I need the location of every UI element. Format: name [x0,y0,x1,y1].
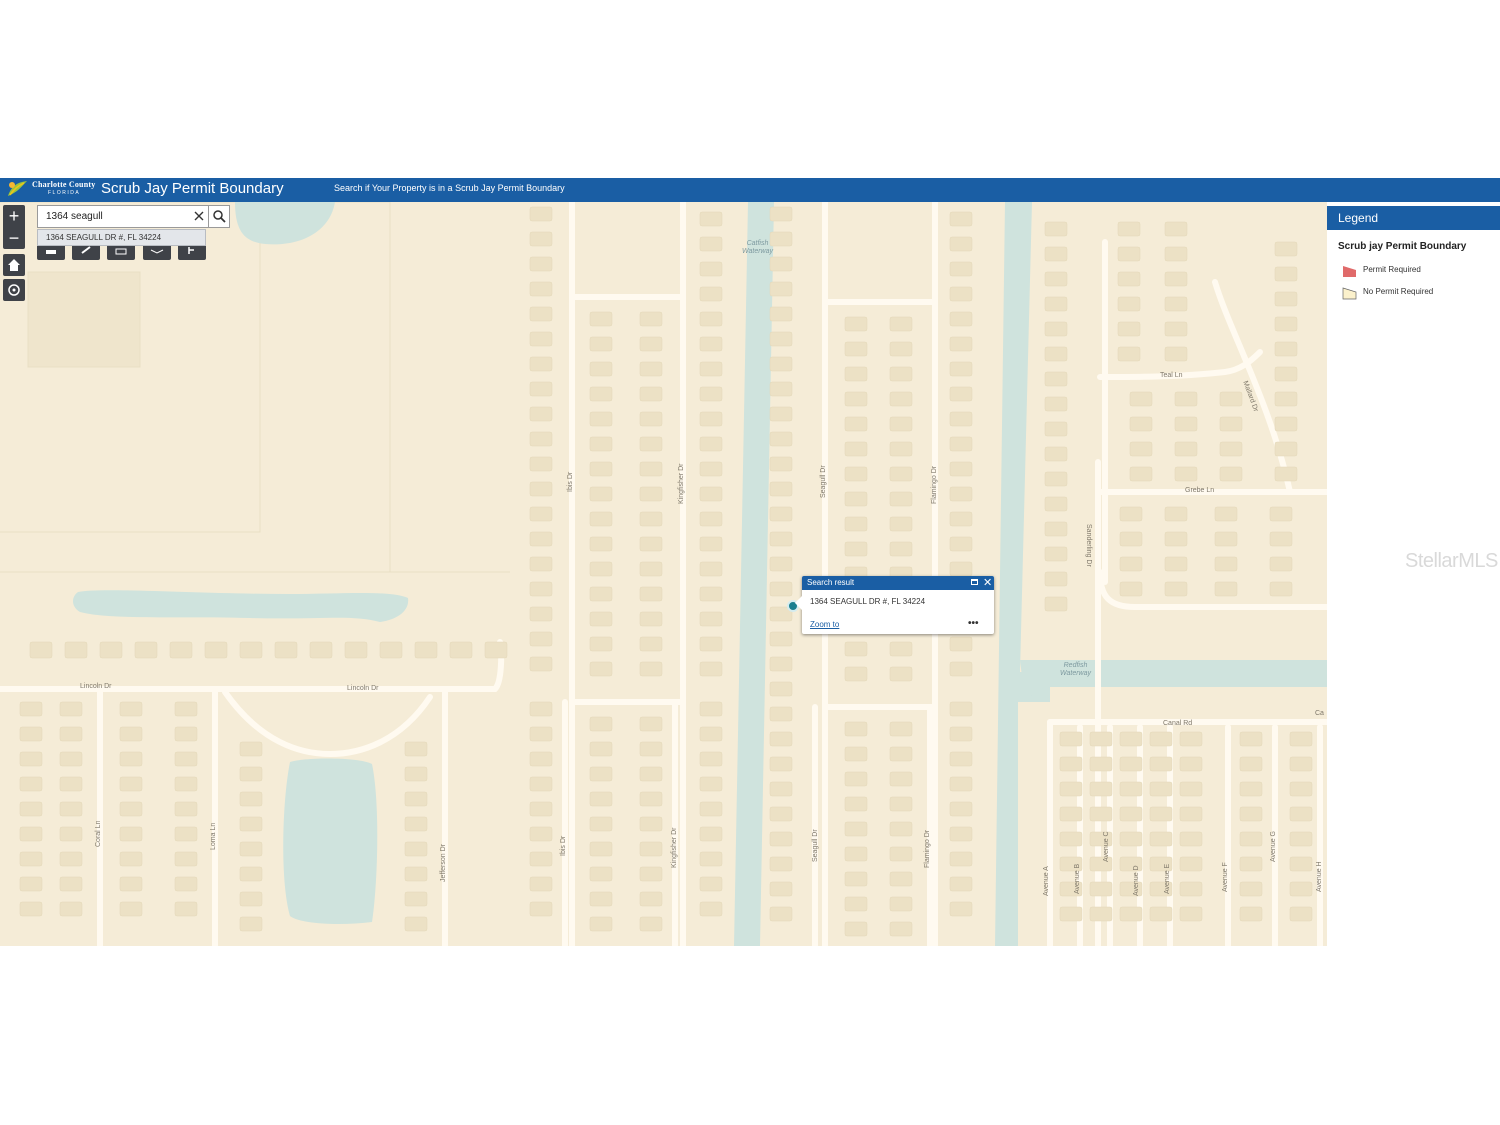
app-header: Charlotte County FLORIDA Scrub Jay Permi… [0,178,1500,202]
logo-text-state: FLORIDA [48,190,81,196]
app-title: Scrub Jay Permit Boundary [101,180,284,197]
street-label: Kingfisher Dr [678,463,685,504]
more-actions-icon[interactable]: ••• [968,618,979,629]
maximize-icon[interactable] [971,579,978,585]
popup-address: 1364 SEAGULL DR #, FL 34224 [810,597,926,606]
street-label: Flamingo Dr [931,465,938,504]
search-input[interactable] [38,206,196,227]
home-button[interactable] [3,254,25,276]
legend-item-label: No Permit Required [1363,287,1434,296]
layers-icon [150,249,164,254]
popup-header: Search result ✕ [802,576,994,590]
legend-panel: Legend Scrub jay Permit Boundary Permit … [1327,202,1500,946]
basemap [0,202,1327,946]
street-label: Ibis Dr [567,471,574,492]
street-label: Coral Ln [95,820,102,847]
popup-pointer [795,596,802,610]
street-label: Grebe Ln [1185,487,1215,494]
waterway-label-catfish: Catfish Waterway [742,240,773,255]
street-label: Canal Rd [1163,720,1193,727]
legend-header: Legend [1327,206,1500,230]
zoom-in-button[interactable]: + [3,205,25,227]
street-label: Avenue F [1222,862,1229,892]
waterway-label-redfish: Redfish Waterway [1060,662,1091,677]
clear-search-icon[interactable] [191,208,207,224]
street-label: Flamingo Dr [924,829,931,868]
street-label: Seagull Dr [812,829,819,862]
home-icon [8,259,20,271]
street-label: Sanderling Dr [1085,524,1092,567]
street-label: Avenue E [1164,863,1171,894]
permit-required-swatch-icon [1343,266,1356,277]
locate-icon [8,284,20,296]
leaf-logo-icon [8,181,27,196]
county-logo: Charlotte County FLORIDA [4,179,96,201]
legend-item-label: Permit Required [1363,265,1421,274]
map-view[interactable]: Catfish Waterway Redfish Waterway Teal L… [0,202,1327,946]
street-label: Ibis Dr [560,835,567,856]
measure-icon [188,247,194,254]
app-window: Charlotte County FLORIDA Scrub Jay Permi… [0,178,1500,946]
street-label: Avenue C [1103,831,1110,862]
search-button[interactable] [208,206,230,227]
locate-button[interactable] [3,279,25,301]
draw-icon [81,246,91,254]
street-label: Jefferson Dr [440,844,447,882]
street-label: Ca [1315,710,1324,717]
app-subtitle: Search if Your Property is in a Scrub Ja… [334,183,565,193]
street-label: Kingfisher Dr [671,827,678,868]
popup-title: Search result [807,578,855,587]
search-result-popup: Search result ✕ 1364 SEAGULL DR #, FL 34… [795,576,994,634]
print-icon [115,248,127,255]
watermark-text: StellarMLS [1405,550,1498,572]
no-permit-required-swatch-icon [1342,287,1357,300]
zoom-out-button[interactable]: − [3,227,25,249]
legend-layer-title: Scrub jay Permit Boundary [1338,241,1467,252]
street-label: Seagull Dr [820,465,827,498]
logo-text-county: Charlotte County [32,180,96,189]
zoom-to-link[interactable]: Zoom to [810,620,839,629]
street-label: Loma Ln [210,822,217,850]
street-label: Avenue D [1133,865,1140,896]
search-icon [213,210,226,223]
street-label: Avenue H [1316,861,1323,892]
search-widget [37,205,230,228]
street-label: Lincoln Dr [80,683,112,690]
street-label: Avenue B [1074,863,1081,894]
basemap-icon [46,250,56,254]
street-label: Teal Ln [1160,372,1183,379]
search-suggestion-item[interactable]: 1364 SEAGULL DR #, FL 34224 [37,229,206,246]
street-label: Lincoln Dr [347,685,379,692]
street-label: Avenue A [1043,866,1050,896]
street-label: Avenue G [1270,830,1277,862]
close-icon[interactable]: ✕ [983,577,992,589]
